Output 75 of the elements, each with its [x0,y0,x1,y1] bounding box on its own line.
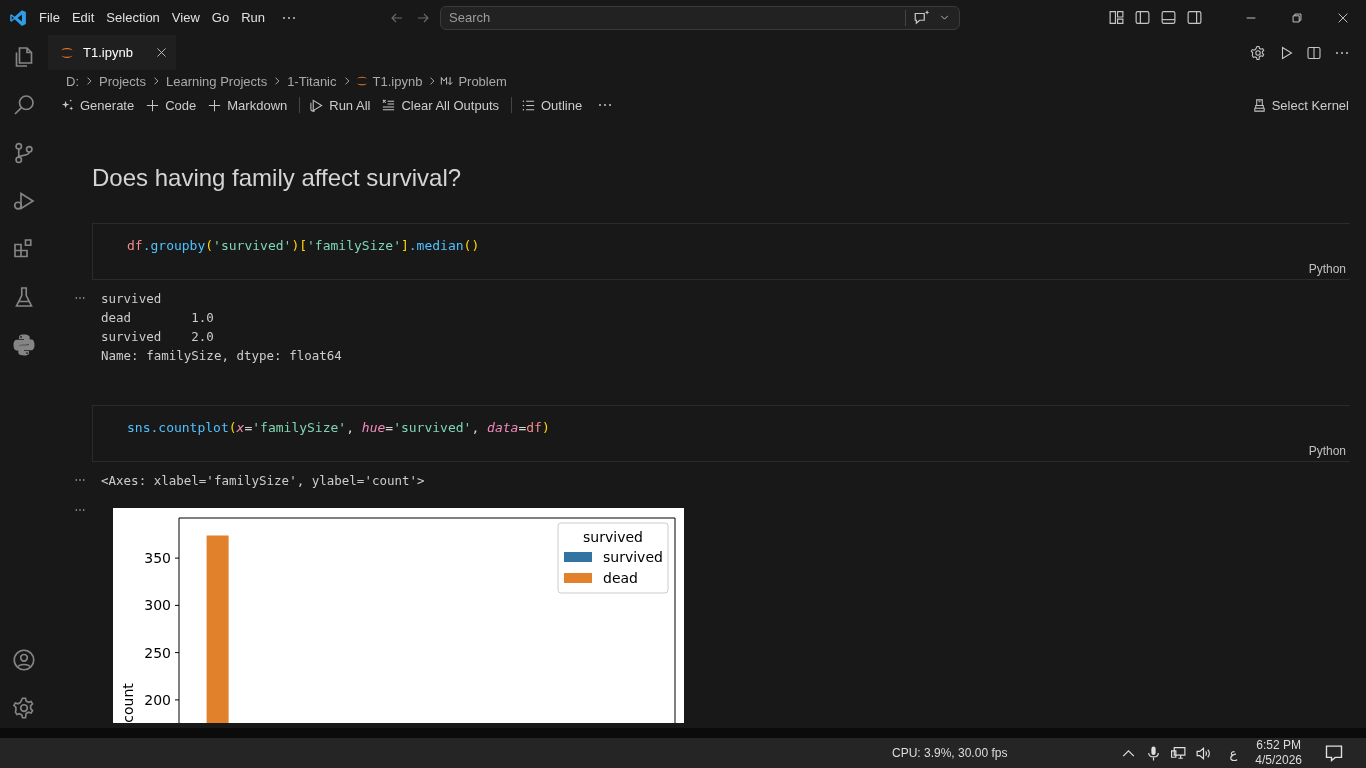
app-logo-icon[interactable] [9,8,27,27]
restore-icon[interactable] [1290,10,1304,25]
y-axis-label: count [120,683,136,723]
settings-icon[interactable] [12,696,36,720]
clock-time[interactable]: 6:52 PM [1256,738,1301,753]
toolbar-button[interactable]: Generate [56,95,142,115]
run-all-icon [309,97,325,113]
source-control-icon[interactable] [12,141,36,165]
plus-icon [207,97,223,113]
language-label[interactable]: Python [1308,444,1346,458]
breadcrumb-item[interactable]: Learning Projects [163,73,270,89]
left-sidebar-icon[interactable] [1134,9,1151,26]
toolbar-button[interactable]: Code [141,95,204,115]
menu-item[interactable]: Go [205,7,236,28]
legend-label: dead [603,570,638,586]
menu-item[interactable]: View [165,7,206,28]
y-tick [174,652,180,654]
notifications-icon[interactable] [1324,743,1344,763]
network-icon[interactable] [1169,744,1187,762]
search-field[interactable]: Search [440,5,960,30]
bottom-panel-icon[interactable] [1160,9,1177,26]
layout-icon[interactable] [1108,9,1125,26]
right-sidebar-icon[interactable] [1186,9,1203,26]
y-tick-label: 250 [144,644,171,661]
toolbar-button[interactable]: Markdown [203,95,295,115]
y-tick [174,699,180,701]
close-icon[interactable] [154,46,168,59]
markdown-icon [440,74,455,88]
editor-tab[interactable]: T1.ipynb [48,35,176,70]
clock-date[interactable]: 4/5/2026 [1255,753,1302,768]
breadcrumb-item[interactable]: 1-Titanic [285,73,339,89]
y-tick [174,557,180,559]
language-label[interactable]: Python [1308,262,1346,276]
y-tick [174,604,180,606]
code-line: sns.countplot(x='familySize', hue='survived', data=df) [127,419,551,436]
volume-icon[interactable] [1194,744,1212,762]
python-icon[interactable] [12,333,36,357]
input-language[interactable]: ع [1229,745,1238,761]
output-text: survived dead 1.0 survived 2.0 Name: familySize, dtype: float64 [101,290,342,365]
toolbar-button[interactable]: Clear All Outputs [377,95,506,115]
output-text: <Axes: xlabel='familySize', ylabel='count'> [101,472,425,490]
code-cell[interactable]: df.groupby('survived')['familySize'].median() Python [92,223,1350,280]
markdown-heading: Does having family affect survival? [92,164,463,192]
legend-title: survived [583,529,643,545]
account-icon[interactable] [12,648,36,672]
chat-sparkle-icon[interactable] [913,8,931,27]
plus-icon [145,97,161,113]
menu-item[interactable]: File [33,7,66,28]
sparkle-icon [60,97,75,113]
breadcrumb-item[interactable]: Problem [456,73,509,89]
search-icon[interactable] [12,93,36,117]
y-tick-label: 350 [144,550,171,567]
y-tick-label: 300 [144,597,171,614]
toolbar-button[interactable]: Outline [517,95,590,115]
settings-icon[interactable] [1250,44,1266,61]
clear-list-icon [381,97,397,113]
code-line: df.groupby('survived')['familySize'].median() [127,237,481,254]
menu-item[interactable]: Run [235,7,271,28]
search-input[interactable]: Search [449,10,905,25]
y-tick-label: 200 [144,691,171,708]
split-editor-icon[interactable] [1306,44,1322,61]
code-cell[interactable]: sns.countplot(x='familySize', hue='survived', data=df) Python [92,405,1350,462]
breadcrumb-item[interactable]: Projects [97,73,148,89]
run-debug-icon[interactable] [12,189,36,213]
menu-item[interactable]: Edit [65,7,101,28]
menu-item[interactable]: Selection [100,7,166,28]
breadcrumb-item[interactable]: T1.ipynb [370,73,425,89]
tab-label[interactable]: T1.ipynb [83,45,133,60]
status-text: CPU: 3.9%, 30.00 fps [892,746,1008,760]
legend-label: survived [603,549,663,565]
select-kernel-button[interactable]: Select Kernel [1247,95,1356,115]
toolbar-button[interactable]: Run All [305,95,378,115]
breadcrumb-item[interactable]: D: [64,73,81,89]
kernel-icon [1251,97,1267,113]
flask-icon[interactable] [12,285,36,309]
